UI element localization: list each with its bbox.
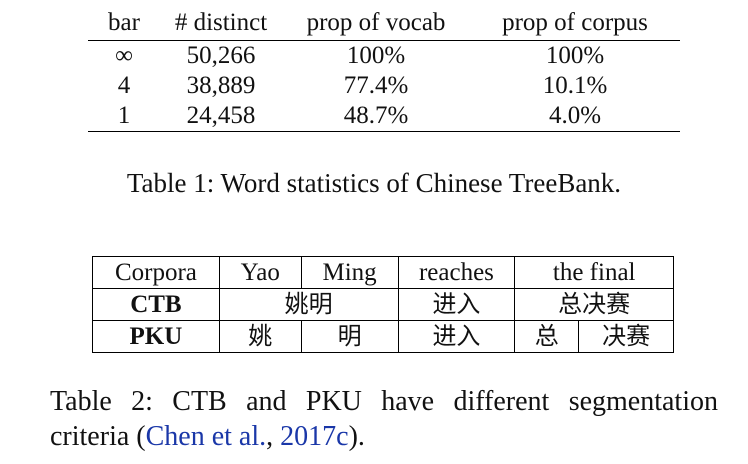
ctb-segment: 姚明 [218,288,399,321]
table-row: 1 24,458 48.7% 4.0% [88,101,680,132]
table2-header-yao: Yao [218,256,302,289]
row-label-ctb: CTB [92,288,220,321]
table1-caption: Table 1: Word statistics of Chinese Tree… [126,168,622,198]
table2-caption: Table 2: CTB and PKU have different segm… [50,384,718,454]
citation-year-link[interactable]: 2017c [280,421,348,452]
table1-cell: 48.7% [282,101,470,132]
pku-segment: 决赛 [578,320,674,353]
table-row: ∞ 50,266 100% 100% [88,41,680,72]
table1-cell: 77.4% [343,72,409,99]
table2-header-row: Corpora Yao Ming reaches the final [92,256,674,289]
table-row: CTB 姚明 进入 总决赛 [92,288,674,321]
table1-cell: 38,889 [186,72,256,99]
pku-segment: 明 [300,320,399,353]
table1-header-prop-corpus: prop of corpus [470,8,680,41]
table1-cell: 50,266 [186,42,256,69]
table2-header-corpora: Corpora [92,256,220,289]
citation-link[interactable]: Chen et al. [146,421,267,452]
citation-separator: , [266,421,281,452]
table2-caption-line2-post: ). [348,421,365,452]
table2-caption-line1: Table 2: CTB and PKU have different segm… [50,386,718,417]
ctb-segment: 进入 [397,288,516,321]
table1-header-row: bar # distinct prop of vocab prop of cor… [88,8,680,41]
pku-segment: 进入 [397,320,516,353]
table1-cell: 100% [545,42,605,69]
row-label-pku: PKU [92,320,220,353]
pku-segment: 总 [514,320,580,353]
ctb-segment: 总决赛 [514,288,674,321]
table1-cell: 100% [346,42,406,69]
table1-header-prop-vocab: prop of vocab [282,8,470,41]
table-row: PKU 姚 明 进入 总 决赛 [92,320,674,353]
table1-header-distinct: # distinct [160,8,282,41]
table1-cell: 10.1% [542,72,608,99]
table1-cell: 24,458 [160,101,282,132]
table2-header-ming: Ming [300,256,399,289]
table1-header-bar: bar [88,8,160,41]
table1-cell: 1 [88,101,160,132]
pku-segment: 姚 [218,320,302,353]
table2-header-the-final: the final [514,256,674,289]
table1-cell: 4 [117,72,131,99]
table2-caption-line2-pre: criteria ( [50,421,146,452]
word-statistics-table: bar # distinct prop of vocab prop of cor… [88,8,680,132]
table1-cell: ∞ [115,42,133,69]
table2-header-reaches: reaches [397,256,516,289]
segmentation-table: Corpora Yao Ming reaches the final CTB 姚… [92,256,674,353]
table1-cell: 4.0% [470,101,680,132]
table-row: 4 38,889 77.4% 10.1% [88,71,680,101]
